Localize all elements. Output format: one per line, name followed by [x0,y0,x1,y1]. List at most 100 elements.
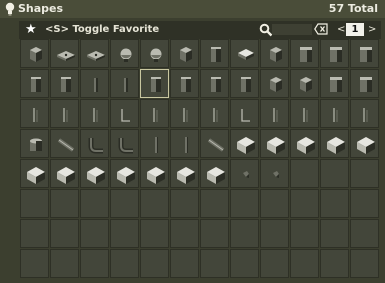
shape-slot-wedge-flat-b[interactable] [110,159,139,188]
shape-slot-cube-full[interactable] [20,39,49,68]
shape-slot-pole-bent[interactable] [110,99,139,128]
shape-slot-wedge-flat[interactable] [290,129,319,158]
empty-slot[interactable] [80,249,109,278]
shape-slot-plate-studded[interactable] [50,39,79,68]
shape-slot-pole-thin-b[interactable] [260,99,289,128]
empty-slot[interactable] [20,189,49,218]
shape-slot-pillar-short[interactable] [200,69,229,98]
empty-slot[interactable] [110,189,139,218]
shape-slot-block-cabinet[interactable] [350,69,379,98]
shape-slot-block-tall[interactable] [290,39,319,68]
shape-slot-block-side[interactable] [350,39,379,68]
shape-slot-pillar-medium[interactable] [20,69,49,98]
shape-slot-pillar-wide[interactable] [170,69,199,98]
shape-slot-wedge-thin[interactable] [140,159,169,188]
empty-slot[interactable] [290,189,319,218]
shape-slot-pillar-thin[interactable] [80,69,109,98]
empty-slot[interactable] [320,189,349,218]
shape-slot-pole-double[interactable] [50,99,79,128]
empty-slot[interactable] [80,219,109,248]
shape-slot-wedge-white[interactable] [230,129,259,158]
shape-slot-pole-short-b[interactable] [290,99,319,128]
empty-slot[interactable] [50,219,79,248]
shape-slot-cube-small-b[interactable] [290,69,319,98]
empty-slot[interactable] [290,249,319,278]
shape-slot-wedge-corner[interactable] [320,129,349,158]
empty-slot[interactable] [230,219,259,248]
shape-slot-rod-ribbed[interactable] [170,129,199,158]
magnifier-icon[interactable] [259,23,273,37]
shape-slot-cube-dark[interactable] [170,39,199,68]
shape-slot-fragment-small[interactable] [230,159,259,188]
shape-slot-wedge-slope[interactable] [50,159,79,188]
empty-slot[interactable] [260,219,289,248]
shape-slot-pole-corner[interactable] [230,99,259,128]
empty-slot[interactable] [230,249,259,278]
empty-slot[interactable] [260,189,289,218]
empty-slot[interactable] [140,189,169,218]
shape-slot-cube-small[interactable] [260,69,289,98]
empty-slot[interactable] [170,219,199,248]
shape-slot-cube-light[interactable] [260,39,289,68]
shape-slot-pipe-elbow[interactable] [80,129,109,158]
empty-slot[interactable] [140,219,169,248]
shape-slot-pole-short[interactable] [170,99,199,128]
page-prev-button[interactable]: < [337,22,345,38]
empty-slot[interactable] [110,249,139,278]
empty-slot[interactable] [110,219,139,248]
shape-slot-wedge-white-b[interactable] [260,129,289,158]
shape-slot-block-tall-dark[interactable] [320,39,349,68]
shape-slot-pillar-notched[interactable] [50,69,79,98]
shape-slot-pole-thin[interactable] [20,99,49,128]
star-icon[interactable]: ★ [25,21,37,39]
shape-slot-block-bench[interactable] [320,69,349,98]
shape-slot-pipe-joint[interactable] [200,129,229,158]
page-next-button[interactable]: > [368,22,376,38]
shape-slot-pipe-bend[interactable] [110,129,139,158]
empty-slot[interactable] [170,249,199,278]
shape-slot-pole-triple[interactable] [80,99,109,128]
empty-slot[interactable] [170,189,199,218]
empty-slot[interactable] [140,249,169,278]
shape-slot-sphere-top[interactable] [110,39,139,68]
search-input[interactable] [272,24,312,35]
shape-slot-wedge-low[interactable] [170,159,199,188]
shape-slot-pillar-thin-b[interactable] [110,69,139,98]
empty-slot[interactable] [320,159,349,188]
shape-slot-pillar-stub[interactable] [230,69,259,98]
backspace-icon[interactable] [314,23,328,35]
empty-slot[interactable] [200,219,229,248]
empty-slot[interactable] [80,189,109,218]
shape-slot-pole-stub-b[interactable] [350,99,379,128]
toggle-favorite-label[interactable]: <S> Toggle Favorite [45,22,159,38]
shape-slot-pole-tiny[interactable] [200,99,229,128]
shape-slot-wedge-ramp[interactable] [350,129,379,158]
shape-slot-rod-vertical[interactable] [140,129,169,158]
shape-slot-wedge-cube[interactable] [20,159,49,188]
empty-slot[interactable] [350,159,379,188]
empty-slot[interactable] [260,249,289,278]
empty-slot[interactable] [320,249,349,278]
shape-slot-fragment-tiny[interactable] [260,159,289,188]
shape-slot-pillar-small[interactable] [200,39,229,68]
shape-slot-pillar-frame[interactable] [140,69,169,98]
shape-slot-plate-flat[interactable] [80,39,109,68]
empty-slot[interactable] [20,249,49,278]
empty-slot[interactable] [50,249,79,278]
shape-slot-sphere-pole[interactable] [140,39,169,68]
empty-slot[interactable] [320,219,349,248]
shape-slot-pipe-diagonal[interactable] [50,129,79,158]
empty-slot[interactable] [230,189,259,218]
shape-slot-wedge-tall[interactable] [80,159,109,188]
empty-slot[interactable] [50,189,79,218]
empty-slot[interactable] [290,219,319,248]
empty-slot[interactable] [350,219,379,248]
empty-slot[interactable] [290,159,319,188]
empty-slot[interactable] [200,189,229,218]
shape-slot-cylinder-cap[interactable] [20,129,49,158]
shape-slot-wedge-cap[interactable] [200,159,229,188]
shape-slot-slab-light[interactable] [230,39,259,68]
empty-slot[interactable] [350,189,379,218]
empty-slot[interactable] [350,249,379,278]
empty-slot[interactable] [200,249,229,278]
